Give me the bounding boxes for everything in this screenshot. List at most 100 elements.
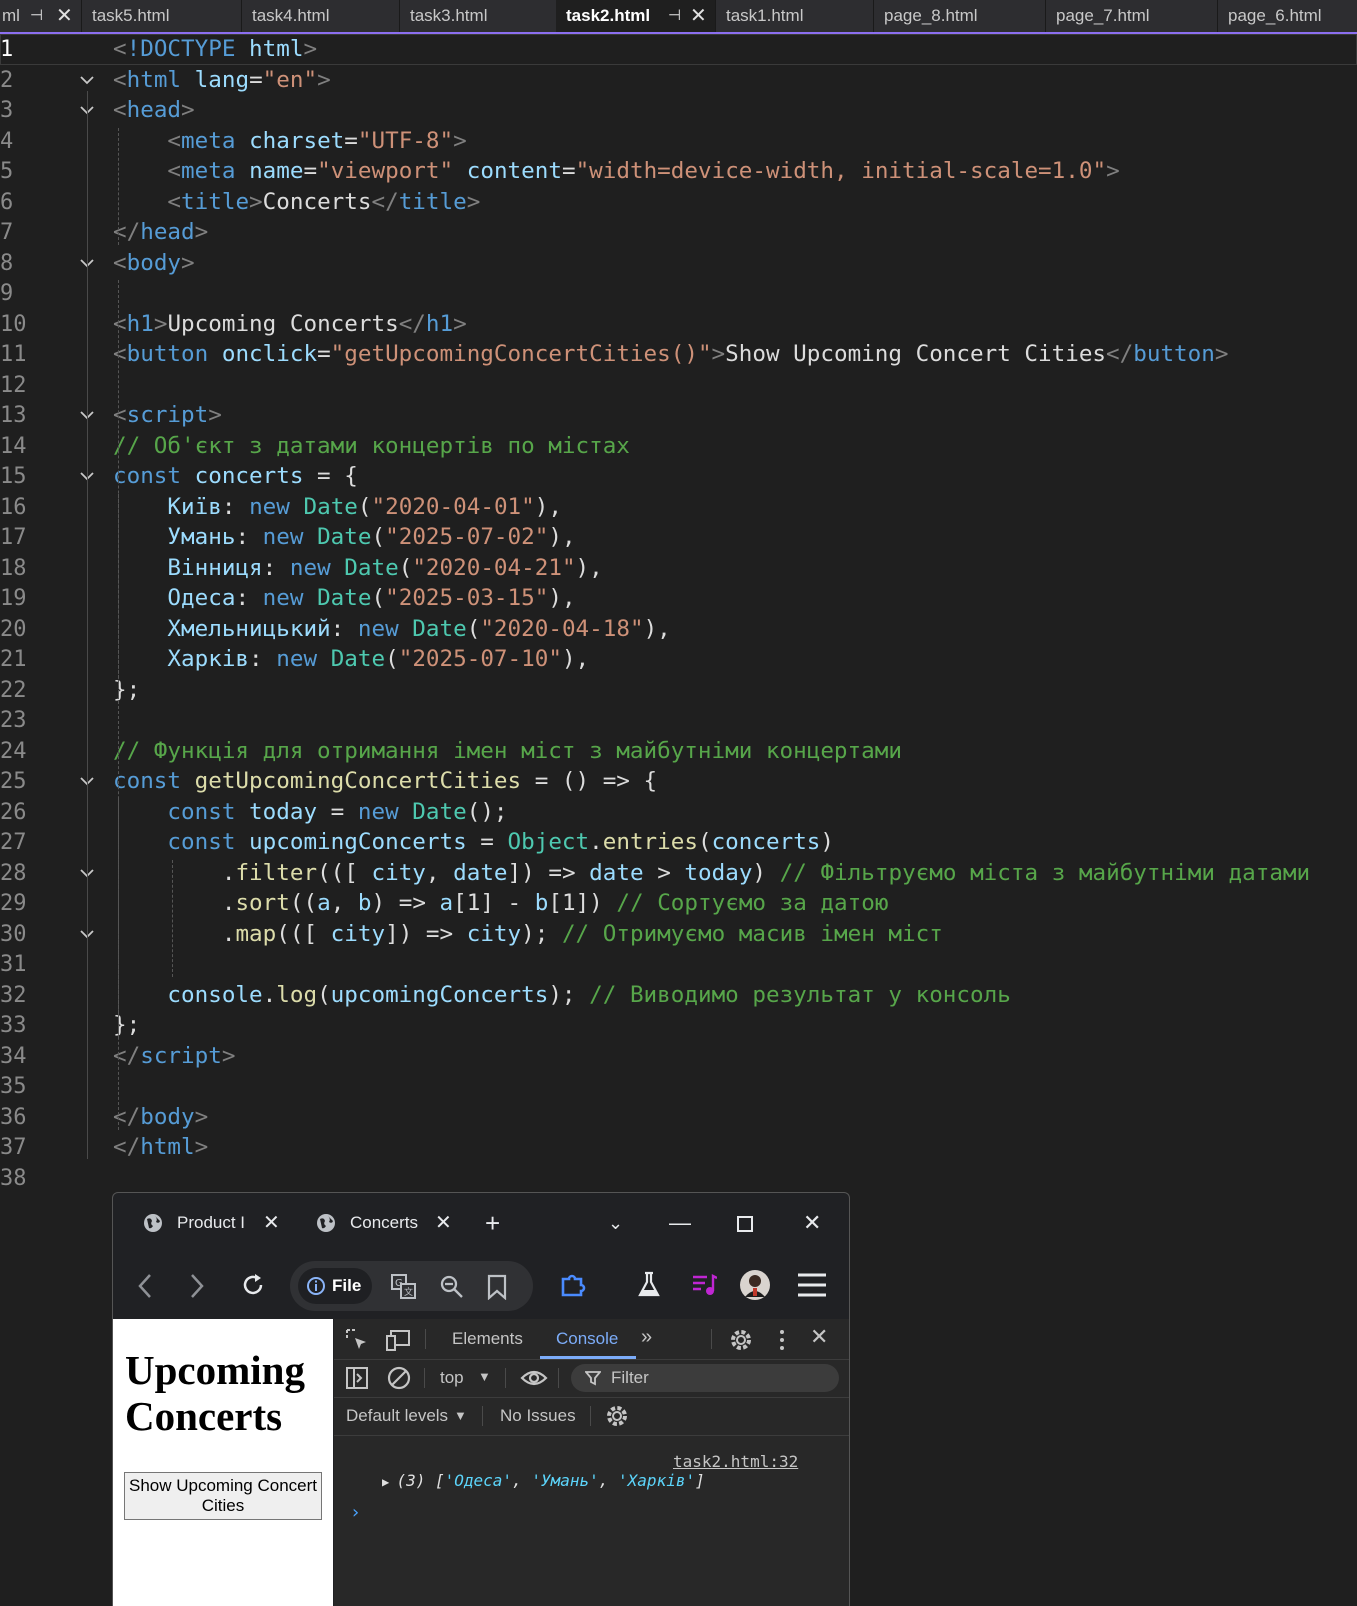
code-line[interactable]: 35: [0, 1071, 1357, 1102]
maximize-icon[interactable]: [737, 1205, 753, 1241]
filter-input[interactable]: Filter: [571, 1364, 839, 1392]
tab-elements[interactable]: Elements: [452, 1329, 523, 1349]
code-token: <: [167, 158, 182, 184]
browser-tab[interactable]: Product I: [143, 1205, 255, 1241]
eye-icon[interactable]: [520, 1368, 548, 1388]
code-line[interactable]: 33};: [0, 1010, 1357, 1041]
code-line[interactable]: 8 <body>: [0, 248, 1357, 279]
editor-tab[interactable]: task4.html: [242, 0, 400, 32]
code-line[interactable]: 11 <button onclick="getUpcomingConcertCit…: [0, 339, 1357, 370]
labs-icon[interactable]: [637, 1271, 661, 1299]
sidebar-toggle-icon[interactable]: [346, 1367, 368, 1389]
console-prompt-icon[interactable]: ›: [350, 1502, 361, 1523]
editor-tab[interactable]: page_7.html: [1046, 0, 1218, 32]
code-line[interactable]: 17 Умань: new Date("2025-07-02"),: [0, 522, 1357, 553]
code-line[interactable]: 6 <title>Concerts</title>: [0, 187, 1357, 218]
expand-triangle-icon[interactable]: ▶: [382, 1475, 396, 1489]
code-line[interactable]: 25 const getUpcomingConcertCities = () =>…: [0, 766, 1357, 797]
code-line[interactable]: 10 <h1>Upcoming Concerts</h1>: [0, 309, 1357, 340]
context-select[interactable]: top: [440, 1368, 464, 1388]
minimize-icon[interactable]: —: [669, 1205, 691, 1241]
extensions-icon[interactable]: [559, 1271, 587, 1299]
code-line[interactable]: 1 <!DOCTYPE html>: [0, 34, 1357, 65]
device-toggle-icon[interactable]: [386, 1328, 412, 1352]
code-line[interactable]: 5 <meta name="viewport" content="width=d…: [0, 156, 1357, 187]
code-line[interactable]: 27 const upcomingConcerts = Object.entri…: [0, 827, 1357, 858]
code-line[interactable]: 15 const concerts = {: [0, 461, 1357, 492]
code-line[interactable]: 28 .filter(([ city, date]) => date > tod…: [0, 858, 1357, 889]
zoom-icon[interactable]: [440, 1275, 464, 1299]
code-line[interactable]: 24 // Функція для отримання імен міст з м…: [0, 736, 1357, 767]
log-levels-select[interactable]: Default levels: [346, 1406, 448, 1426]
code-line[interactable]: 31: [0, 949, 1357, 980]
editor-tab[interactable]: page_8.html: [874, 0, 1046, 32]
gear-icon[interactable]: [729, 1328, 753, 1352]
console-log-entry[interactable]: ▶ (3) ['Одеса', 'Умань', 'Харків']: [382, 1471, 705, 1490]
code-line[interactable]: 23: [0, 705, 1357, 736]
pin-icon[interactable]: ⊣: [668, 0, 681, 32]
code-line[interactable]: 19 Одеса: new Date("2025-03-15"),: [0, 583, 1357, 614]
editor-tab[interactable]: page_6.html: [1218, 0, 1357, 32]
chevron-down-icon[interactable]: ⌄: [608, 1205, 623, 1241]
kebab-menu-icon[interactable]: [778, 1329, 786, 1351]
menu-icon[interactable]: [796, 1272, 828, 1298]
inspect-icon[interactable]: [346, 1329, 368, 1351]
new-tab-icon[interactable]: +: [485, 1205, 500, 1241]
editor-tab[interactable]: task5.html: [82, 0, 242, 32]
code-line[interactable]: 12: [0, 370, 1357, 401]
site-info-chip[interactable]: File: [298, 1268, 372, 1304]
back-icon[interactable]: [137, 1273, 153, 1299]
show-cities-button[interactable]: Show Upcoming Concert Cities: [124, 1472, 322, 1520]
code-line[interactable]: 14 // Об'єкт з датами концертів по містах: [0, 431, 1357, 462]
dropdown-arrow-icon[interactable]: ▼: [478, 1367, 491, 1387]
avatar[interactable]: [739, 1269, 771, 1301]
media-icon[interactable]: [691, 1273, 717, 1297]
more-tabs-icon[interactable]: »: [641, 1327, 652, 1347]
code-line[interactable]: 29 .sort((a, b) => a[1] - b[1]) // Сорту…: [0, 888, 1357, 919]
close-devtools-icon[interactable]: ✕: [810, 1326, 828, 1348]
forward-icon[interactable]: [189, 1273, 205, 1299]
code-line[interactable]: 16 Київ: new Date("2020-04-01"),: [0, 492, 1357, 523]
reload-icon[interactable]: [241, 1273, 265, 1297]
code-line[interactable]: 2 <html lang="en">: [0, 65, 1357, 96]
code-line[interactable]: 9: [0, 278, 1357, 309]
tab-console[interactable]: Console: [556, 1329, 618, 1349]
code-line[interactable]: 30 .map(([ city]) => city); // Отримуємо…: [0, 919, 1357, 950]
close-icon[interactable]: ✕: [263, 1205, 280, 1241]
code-line[interactable]: 38: [0, 1163, 1357, 1194]
log-source-link[interactable]: task2.html:32: [673, 1452, 798, 1471]
line-number: 23: [0, 708, 27, 733]
dropdown-arrow-icon[interactable]: ▼: [454, 1406, 467, 1426]
editor-tab[interactable]: task1.html: [716, 0, 874, 32]
close-icon[interactable]: ✕: [690, 0, 707, 32]
code-line[interactable]: 36 </body>: [0, 1102, 1357, 1133]
code-line[interactable]: 37 </html>: [0, 1132, 1357, 1163]
pin-icon[interactable]: ⊣: [30, 0, 43, 32]
editor-tab-active[interactable]: task2.html ⊣ ✕: [556, 0, 716, 32]
translate-icon[interactable]: G文: [391, 1274, 417, 1300]
code-line[interactable]: 7 </head>: [0, 217, 1357, 248]
clear-console-icon[interactable]: [387, 1366, 411, 1390]
fold-chevron-icon[interactable]: [78, 71, 96, 89]
console-settings-icon[interactable]: [605, 1404, 629, 1428]
address-bar[interactable]: File G文: [290, 1261, 533, 1311]
code-line[interactable]: 22};: [0, 675, 1357, 706]
code-line[interactable]: 32 console.log(upcomingConcerts); // Вив…: [0, 980, 1357, 1011]
editor-tab[interactable]: ml ⊣ ✕: [0, 0, 82, 32]
code-line[interactable]: 3 <head>: [0, 95, 1357, 126]
code-line[interactable]: 21 Харків: new Date("2025-07-10"),: [0, 644, 1357, 675]
code-line[interactable]: 20 Хмельницький: new Date("2020-04-18"),: [0, 614, 1357, 645]
editor-tab[interactable]: task3.html: [400, 0, 558, 32]
close-icon[interactable]: ✕: [56, 0, 73, 32]
code-line[interactable]: 34 </script>: [0, 1041, 1357, 1072]
bookmark-icon[interactable]: [487, 1274, 507, 1300]
issues-counter[interactable]: No Issues: [500, 1406, 576, 1426]
close-window-icon[interactable]: ✕: [803, 1205, 821, 1241]
code-line[interactable]: 18 Вінниця: new Date("2020-04-21"),: [0, 553, 1357, 584]
code-line[interactable]: 4 <meta charset="UTF-8">: [0, 126, 1357, 157]
code-token: ((: [289, 890, 318, 916]
close-icon[interactable]: ✕: [435, 1205, 452, 1241]
code-line[interactable]: 13 <script>: [0, 400, 1357, 431]
browser-tab-active[interactable]: Concerts: [316, 1205, 426, 1241]
code-line[interactable]: 26 const today = new Date();: [0, 797, 1357, 828]
